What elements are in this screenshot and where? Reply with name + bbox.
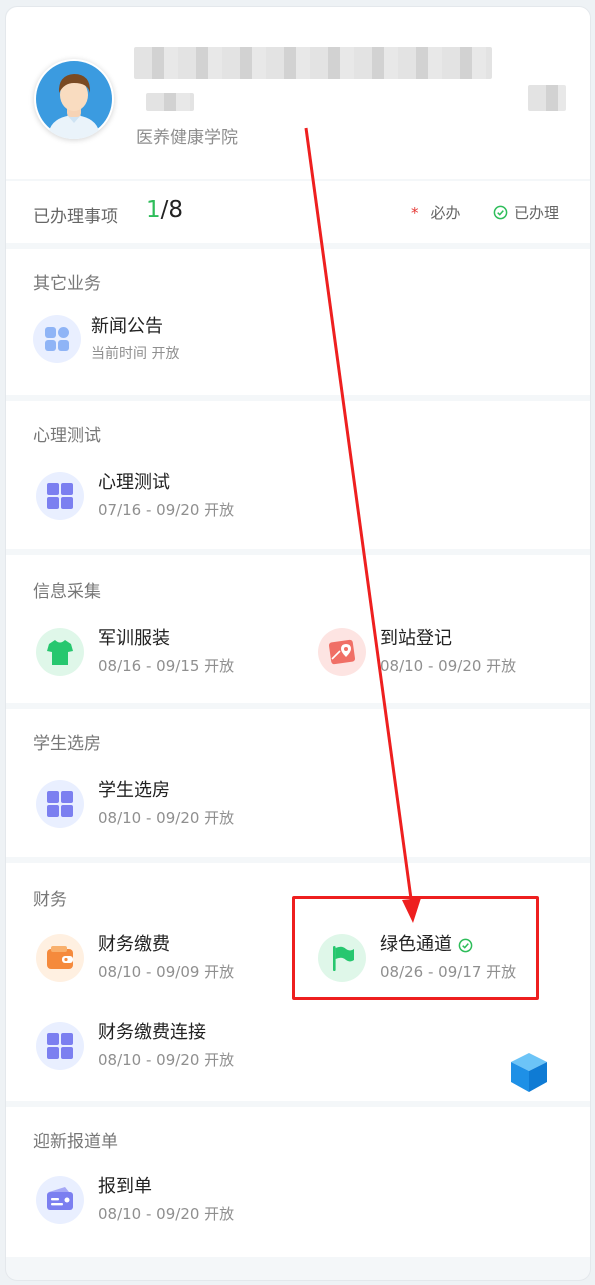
item-payment[interactable]: 财务缴费 08/10 - 09/09 开放 xyxy=(36,933,234,982)
section-other: 其它业务 新闻公告 当前时间 开放 xyxy=(6,249,590,395)
item-period: 08/10 - 09/09 开放 xyxy=(98,963,235,981)
grid-icon xyxy=(36,471,84,520)
item-period: 08/10 - 09/20 开放 xyxy=(380,657,517,675)
id-card-icon xyxy=(36,1175,84,1224)
wallet-icon xyxy=(36,933,84,982)
progress-bar: 已办理事项 1/8 * 必办 已办理 xyxy=(6,181,590,243)
item-psych-test[interactable]: 心理测试 07/16 - 09/20 开放 xyxy=(36,471,234,520)
item-report-form[interactable]: 报到单 08/10 - 09/20 开放 xyxy=(36,1175,234,1224)
legend-done: 已办理 xyxy=(493,202,559,223)
grid-icon xyxy=(33,315,81,363)
section-title: 心理测试 xyxy=(33,426,101,446)
item-name: 新闻公告 xyxy=(91,316,163,337)
redacted-tag xyxy=(528,85,566,111)
item-name: 学生选房 xyxy=(98,780,170,801)
progress-done: 1 xyxy=(146,197,161,223)
item-name: 报到单 xyxy=(98,1176,152,1197)
item-period: 08/16 - 09/15 开放 xyxy=(98,657,235,675)
item-name: 到站登记 xyxy=(380,628,452,649)
section-title: 财务 xyxy=(33,890,67,910)
section-title: 迎新报道单 xyxy=(33,1132,118,1152)
college-name: 医养健康学院 xyxy=(136,128,238,148)
cube-icon xyxy=(511,1053,547,1092)
redacted-name xyxy=(134,47,492,79)
item-uniform[interactable]: 军训服装 08/16 - 09/15 开放 xyxy=(36,627,234,676)
item-period: 07/16 - 09/20 开放 xyxy=(98,501,235,519)
legend-required: * 必办 xyxy=(411,202,461,223)
section-report: 迎新报道单 报到单 08/10 - 09/20 开放 xyxy=(6,1107,590,1257)
section-title: 其它业务 xyxy=(33,274,101,294)
item-name: 财务缴费 xyxy=(98,934,170,955)
floating-cube-button[interactable] xyxy=(506,1049,552,1099)
item-news[interactable]: 新闻公告 当前时间 开放 xyxy=(33,315,179,363)
check-circle-icon xyxy=(493,205,508,220)
highlight-box xyxy=(292,896,539,1000)
item-dorm[interactable]: 学生选房 08/10 - 09/20 开放 xyxy=(36,779,234,828)
item-period: 08/10 - 09/20 开放 xyxy=(98,809,235,827)
required-star-icon: * xyxy=(411,204,419,222)
section-psych: 心理测试 心理测试 07/16 - 09/20 开放 xyxy=(6,401,590,549)
item-period: 08/10 - 09/20 开放 xyxy=(98,1205,235,1223)
grid-icon xyxy=(36,1021,84,1070)
progress-total: /8 xyxy=(160,197,184,223)
progress-count: 1/8 xyxy=(146,197,183,223)
legend-required-label: 必办 xyxy=(430,204,461,222)
item-payment-link[interactable]: 财务缴费连接 08/10 - 09/20 开放 xyxy=(36,1021,234,1070)
item-period: 当前时间 开放 xyxy=(91,346,180,362)
grid-icon xyxy=(36,779,84,828)
avatar[interactable] xyxy=(34,59,114,139)
item-period: 08/10 - 09/20 开放 xyxy=(98,1051,235,1069)
item-name: 心理测试 xyxy=(98,472,170,493)
map-pin-icon xyxy=(318,627,366,676)
legend-done-label: 已办理 xyxy=(514,204,560,222)
section-title: 信息采集 xyxy=(33,582,101,602)
section-info: 信息采集 军训服装 08/16 - 09/15 开放 到站登记 08/10 - … xyxy=(6,555,590,703)
section-title: 学生选房 xyxy=(33,734,101,754)
item-name: 军训服装 xyxy=(98,628,170,649)
avatar-image xyxy=(36,61,112,139)
app-screen: 医养健康学院 已办理事项 1/8 * 必办 已办理 其它业务 新闻公告 当前时间 … xyxy=(5,6,591,1281)
section-dorm: 学生选房 学生选房 08/10 - 09/20 开放 xyxy=(6,709,590,857)
profile-card: 医养健康学院 xyxy=(6,7,590,179)
progress-label: 已办理事项 xyxy=(33,207,118,227)
tshirt-icon xyxy=(36,627,84,676)
item-name: 财务缴费连接 xyxy=(98,1022,206,1043)
redacted-info xyxy=(146,93,194,111)
item-arrival[interactable]: 到站登记 08/10 - 09/20 开放 xyxy=(318,627,516,676)
